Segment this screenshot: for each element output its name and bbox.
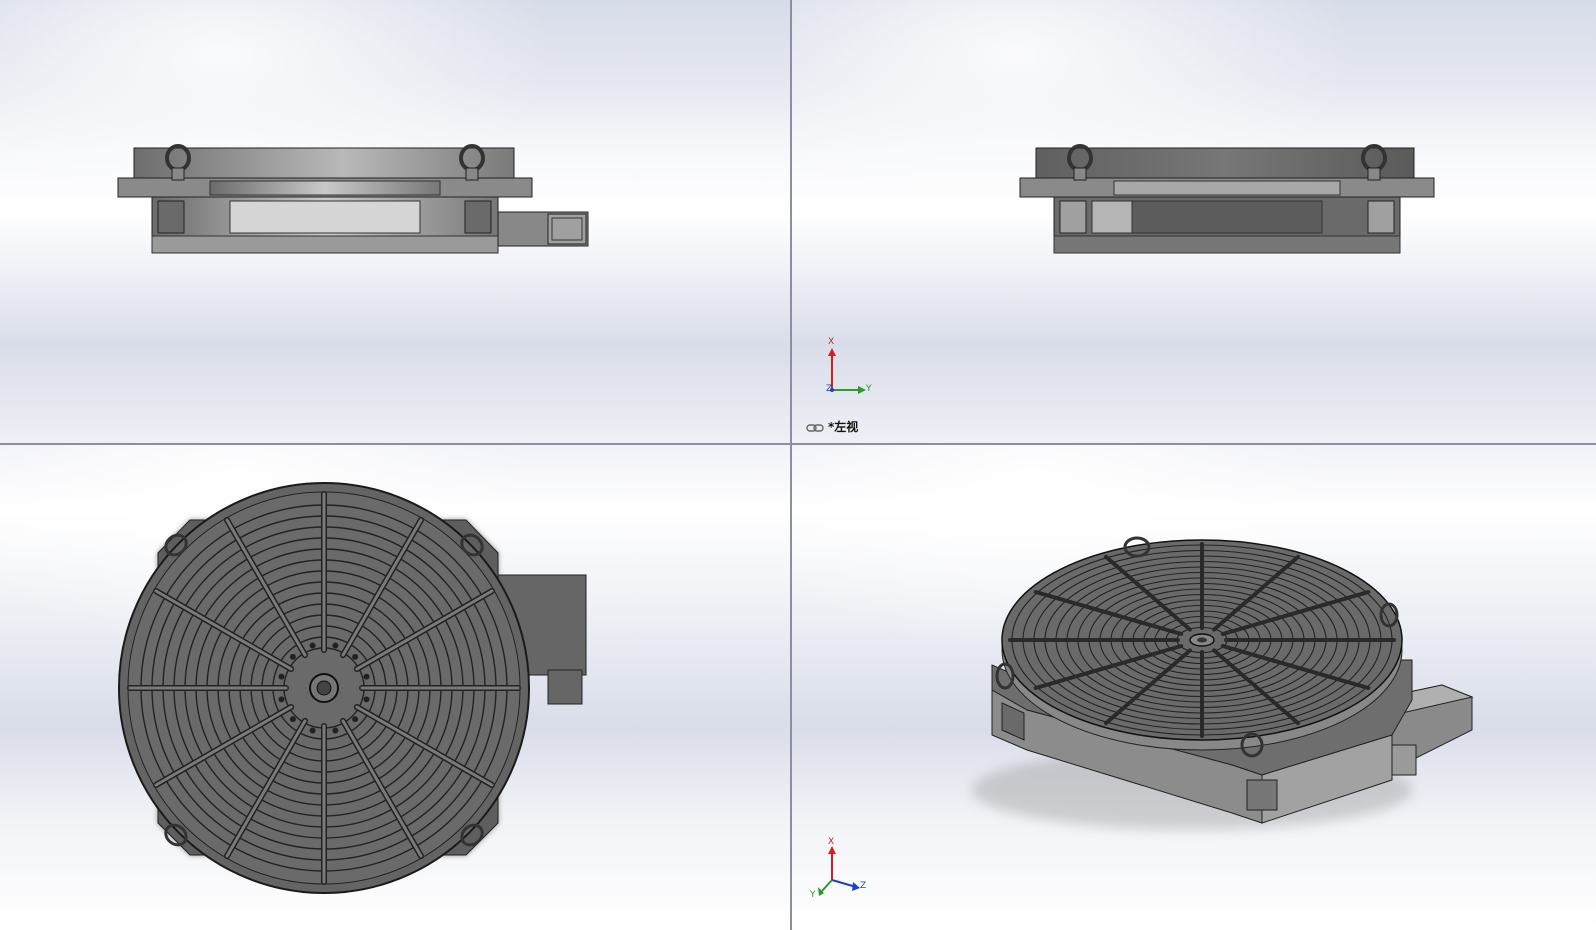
link-icon	[806, 422, 824, 432]
viewport-divider-horizontal[interactable]	[0, 443, 1596, 445]
axis-y-label: Y	[866, 384, 872, 394]
front-elevation-model	[117, 144, 589, 254]
viewport-front[interactable]	[0, 0, 790, 443]
view-name-text: *左视	[828, 420, 859, 434]
viewport-left[interactable]: X Y Z *左视	[792, 0, 1596, 443]
isometric-model	[818, 536, 1474, 896]
viewport-divider-vertical[interactable]	[790, 0, 792, 930]
axis-x-label: X	[828, 837, 835, 847]
axis-triad	[828, 348, 866, 394]
viewport-top[interactable]	[0, 445, 790, 930]
axis-x-label: X	[828, 337, 835, 347]
left-elevation-model	[828, 144, 1435, 394]
cad-workspace: X Y Z *左视 X Z Y	[0, 0, 1596, 930]
axis-y-label: Y	[810, 890, 816, 900]
axis-z-label: Z	[860, 881, 867, 891]
view-name-label: *左视	[806, 418, 858, 435]
top-view-model	[118, 482, 587, 894]
viewport-isometric[interactable]: X Z Y	[792, 445, 1596, 930]
axis-z-label: Z	[826, 384, 833, 394]
axis-triad	[818, 846, 860, 896]
